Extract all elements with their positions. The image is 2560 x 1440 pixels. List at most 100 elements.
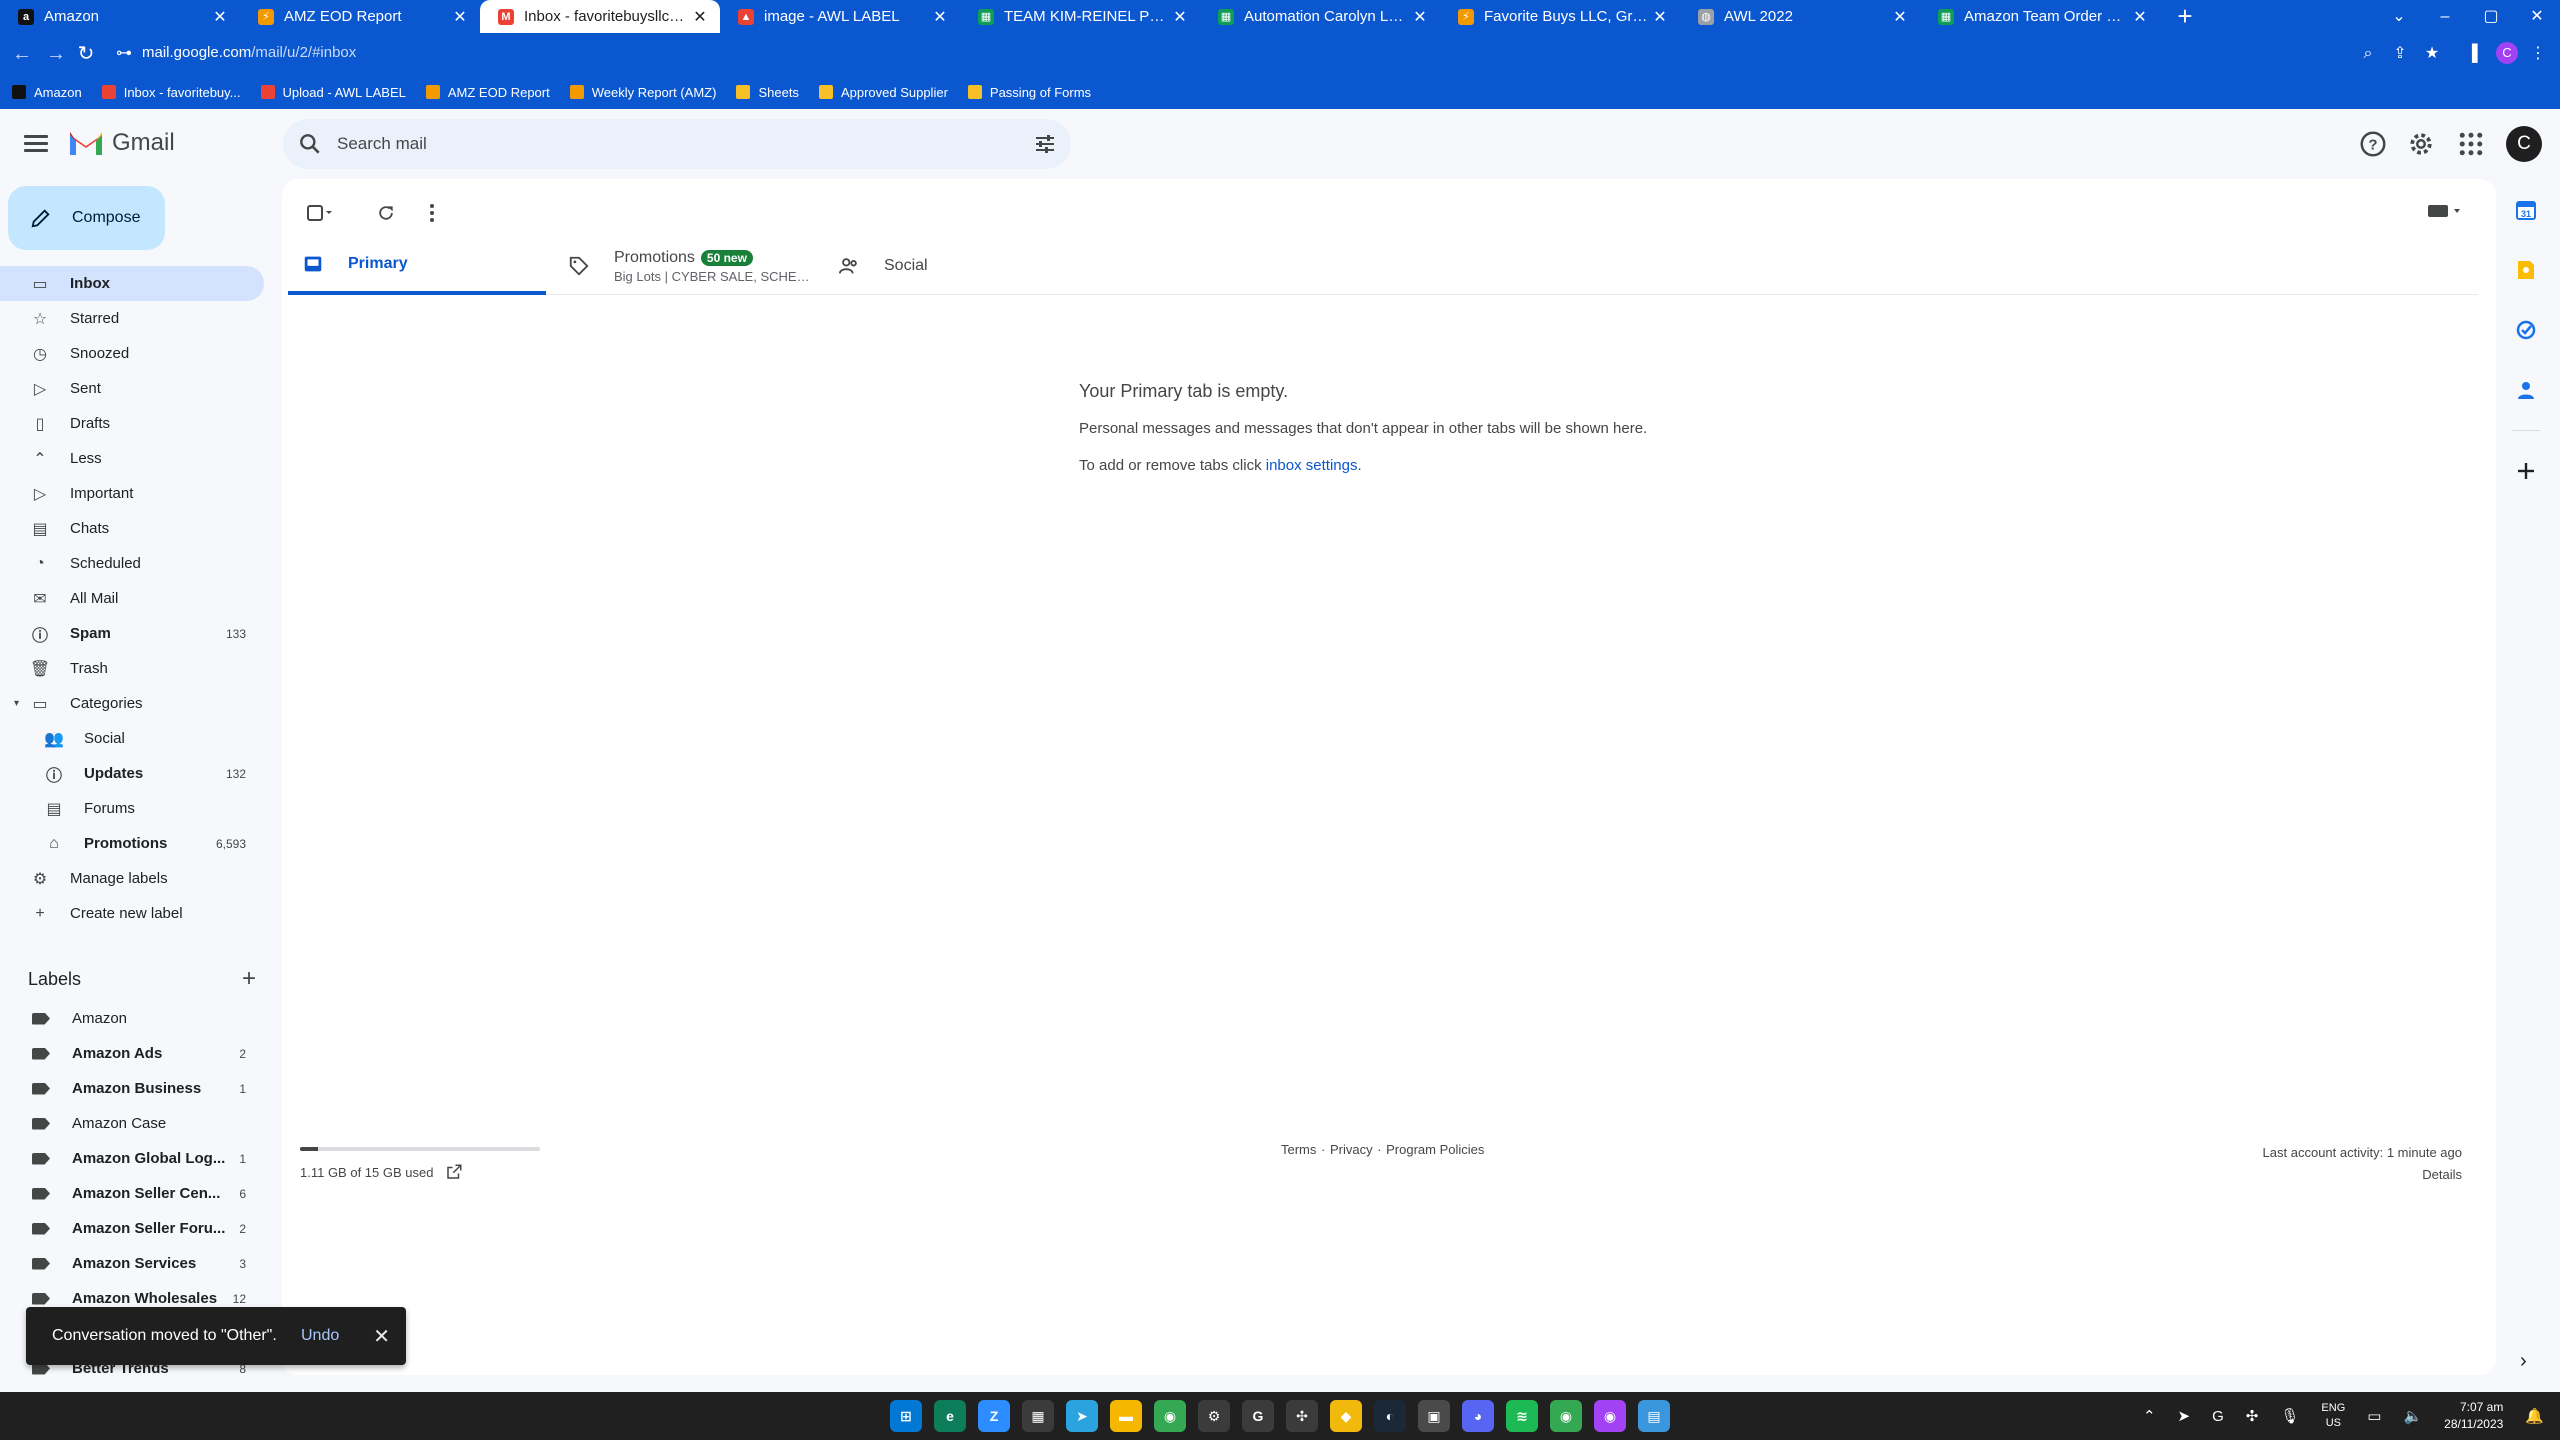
keep-icon[interactable] bbox=[2506, 250, 2546, 290]
bookmark-item[interactable]: AMZ EOD Report bbox=[425, 85, 550, 100]
binance-icon[interactable]: ◆ bbox=[1330, 1400, 1362, 1432]
close-tab-icon[interactable]: ✕ bbox=[450, 7, 470, 27]
tab-primary[interactable]: Primary bbox=[288, 237, 546, 295]
hide-side-panel-icon[interactable]: › bbox=[2520, 1350, 2527, 1373]
network-icon[interactable]: ▭ bbox=[2367, 1407, 2381, 1425]
undo-button[interactable]: Undo bbox=[301, 1327, 339, 1345]
calculator-icon[interactable]: ▦ bbox=[1022, 1400, 1054, 1432]
chrome-active-icon[interactable]: ◉ bbox=[1594, 1400, 1626, 1432]
nav-item-inbox[interactable]: ▭ Inbox bbox=[0, 266, 264, 301]
close-icon[interactable]: ✕ bbox=[373, 1324, 390, 1349]
chrome-icon[interactable]: ◉ bbox=[1154, 1400, 1186, 1432]
select-all-checkbox[interactable] bbox=[300, 193, 340, 233]
pinwheel-tray-icon[interactable]: ✣ bbox=[2246, 1407, 2259, 1425]
label-item[interactable]: Amazon bbox=[0, 1001, 264, 1036]
caret-down-icon[interactable]: ▾ bbox=[14, 698, 26, 709]
nav-item-important[interactable]: ▷ Important bbox=[0, 476, 264, 511]
edge-icon[interactable]: e bbox=[934, 1400, 966, 1432]
contacts-icon[interactable] bbox=[2506, 370, 2546, 410]
account-avatar[interactable]: C bbox=[2506, 126, 2542, 162]
nav-item-trash[interactable]: 🗑 Trash bbox=[0, 651, 264, 686]
program-policies-link[interactable]: Program Policies bbox=[1386, 1142, 1484, 1157]
settings-icon[interactable]: ⚙ bbox=[1198, 1400, 1230, 1432]
nav-item-snoozed[interactable]: ◷ Snoozed bbox=[0, 336, 264, 371]
search-icon[interactable] bbox=[297, 131, 323, 157]
nav-item-promotions[interactable]: ⌂ Promotions 6,593 bbox=[0, 826, 264, 861]
input-tools-keyboard-icon[interactable] bbox=[2426, 201, 2466, 221]
terms-link[interactable]: Terms bbox=[1281, 1142, 1316, 1157]
chevron-up-icon[interactable]: ⌃ bbox=[2143, 1407, 2156, 1425]
nav-item-updates[interactable]: ⓘ Updates 132 bbox=[0, 756, 264, 791]
browser-profile-avatar[interactable]: C bbox=[2496, 42, 2518, 64]
reload-button[interactable]: ↻ bbox=[74, 42, 98, 66]
bookmark-star-icon[interactable]: ★ bbox=[2420, 42, 2444, 66]
discord-icon[interactable]: ◕ bbox=[1462, 1400, 1494, 1432]
bookmark-item[interactable]: Approved Supplier bbox=[818, 85, 948, 100]
nav-item-forums[interactable]: ▤ Forums bbox=[0, 791, 264, 826]
search-options-icon[interactable] bbox=[1033, 132, 1057, 156]
inbox-settings-link[interactable]: inbox settings bbox=[1266, 457, 1358, 474]
microphone-icon[interactable]: 🎙 bbox=[2280, 1407, 2299, 1425]
main-menu-icon[interactable] bbox=[24, 132, 48, 156]
nav-item-less[interactable]: ⌃ Less bbox=[0, 441, 264, 476]
share-icon[interactable]: ⇪ bbox=[2388, 42, 2412, 66]
privacy-link[interactable]: Privacy bbox=[1330, 1142, 1373, 1157]
help-icon[interactable]: ? bbox=[2358, 129, 2388, 159]
zoom-icon[interactable]: ⌕ bbox=[2356, 42, 2380, 66]
tasks-icon[interactable] bbox=[2506, 310, 2546, 350]
telegram-icon[interactable]: ➤ bbox=[1066, 1400, 1098, 1432]
app-g-icon[interactable]: G bbox=[1242, 1400, 1274, 1432]
forward-button[interactable]: → bbox=[44, 42, 68, 66]
windows-start-icon[interactable]: ⊞ bbox=[890, 1400, 922, 1432]
gmail-logo-icon[interactable] bbox=[68, 129, 104, 157]
telegram-tray-icon[interactable]: ➤ bbox=[2178, 1407, 2191, 1425]
label-item[interactable]: Amazon Business 1 bbox=[0, 1071, 264, 1106]
tab-social[interactable]: Social bbox=[824, 237, 1082, 295]
notepad-icon[interactable]: ▤ bbox=[1638, 1400, 1670, 1432]
app-g-tray-icon[interactable]: G bbox=[2212, 1408, 2224, 1425]
bookmark-item[interactable]: Upload - AWL LABEL bbox=[260, 85, 406, 100]
tab-search-icon[interactable]: ⌄ bbox=[2376, 0, 2422, 33]
vpn-icon[interactable]: ▣ bbox=[1418, 1400, 1450, 1432]
nav-item-all-mail[interactable]: ✉ All Mail bbox=[0, 581, 264, 616]
nav-item-create-new-label[interactable]: + Create new label bbox=[0, 896, 264, 931]
browser-tab[interactable]: ⚡ Favorite Buys LLC, Grow your B2B✕ bbox=[1440, 0, 1680, 33]
close-window-button[interactable]: ✕ bbox=[2514, 0, 2560, 33]
browser-tab[interactable]: ◍ AWL 2022 ✕ bbox=[1680, 0, 1920, 33]
add-label-icon[interactable]: + bbox=[242, 965, 256, 993]
browser-tab[interactable]: a Amazon ✕ bbox=[0, 0, 240, 33]
browser-tab[interactable]: ▦ Automation Carolyn Lentini Team✕ bbox=[1200, 0, 1440, 33]
nav-item-scheduled[interactable]: ◔ Scheduled bbox=[0, 546, 264, 581]
close-tab-icon[interactable]: ✕ bbox=[210, 7, 230, 27]
search-bar[interactable] bbox=[283, 119, 1071, 169]
browser-tab[interactable]: ⚡ AMZ EOD Report ✕ bbox=[240, 0, 480, 33]
nav-item-chats[interactable]: ▤ Chats bbox=[0, 511, 264, 546]
search-input[interactable] bbox=[329, 119, 969, 169]
nav-item-starred[interactable]: ☆ Starred bbox=[0, 301, 264, 336]
site-info-icon[interactable]: ⊶ bbox=[112, 42, 136, 66]
maximize-button[interactable]: ▢ bbox=[2468, 0, 2514, 33]
calendar-icon[interactable]: 31 bbox=[2506, 190, 2546, 230]
minimize-button[interactable]: – bbox=[2422, 0, 2468, 33]
steam-icon[interactable]: ◐ bbox=[1374, 1400, 1406, 1432]
close-tab-icon[interactable]: ✕ bbox=[2130, 7, 2150, 27]
label-item[interactable]: Amazon Ads 2 bbox=[0, 1036, 264, 1071]
label-item[interactable]: Amazon Case bbox=[0, 1106, 264, 1141]
bookmark-item[interactable]: Weekly Report (AMZ) bbox=[569, 85, 716, 100]
more-options-button[interactable] bbox=[412, 193, 452, 233]
label-item[interactable]: Amazon Global Log... 1 bbox=[0, 1141, 264, 1176]
new-tab-button[interactable]: + bbox=[2170, 2, 2200, 32]
bookmark-item[interactable]: Inbox - favoritebuy... bbox=[101, 85, 241, 100]
language-indicator[interactable]: ENG US bbox=[2321, 1401, 2345, 1431]
bookmark-item[interactable]: Sheets bbox=[736, 85, 799, 100]
file-explorer-icon[interactable]: ▬ bbox=[1110, 1400, 1142, 1432]
spotify-icon[interactable]: ≋ bbox=[1506, 1400, 1538, 1432]
close-tab-icon[interactable]: ✕ bbox=[930, 7, 950, 27]
label-item[interactable]: Amazon Services 3 bbox=[0, 1246, 264, 1281]
close-tab-icon[interactable]: ✕ bbox=[1890, 7, 1910, 27]
back-button[interactable]: ← bbox=[10, 42, 34, 66]
close-tab-icon[interactable]: ✕ bbox=[1170, 7, 1190, 27]
apps-grid-icon[interactable] bbox=[2456, 129, 2486, 159]
close-tab-icon[interactable]: ✕ bbox=[1410, 7, 1430, 27]
nav-item-spam[interactable]: ⓘ Spam 133 bbox=[0, 616, 264, 651]
